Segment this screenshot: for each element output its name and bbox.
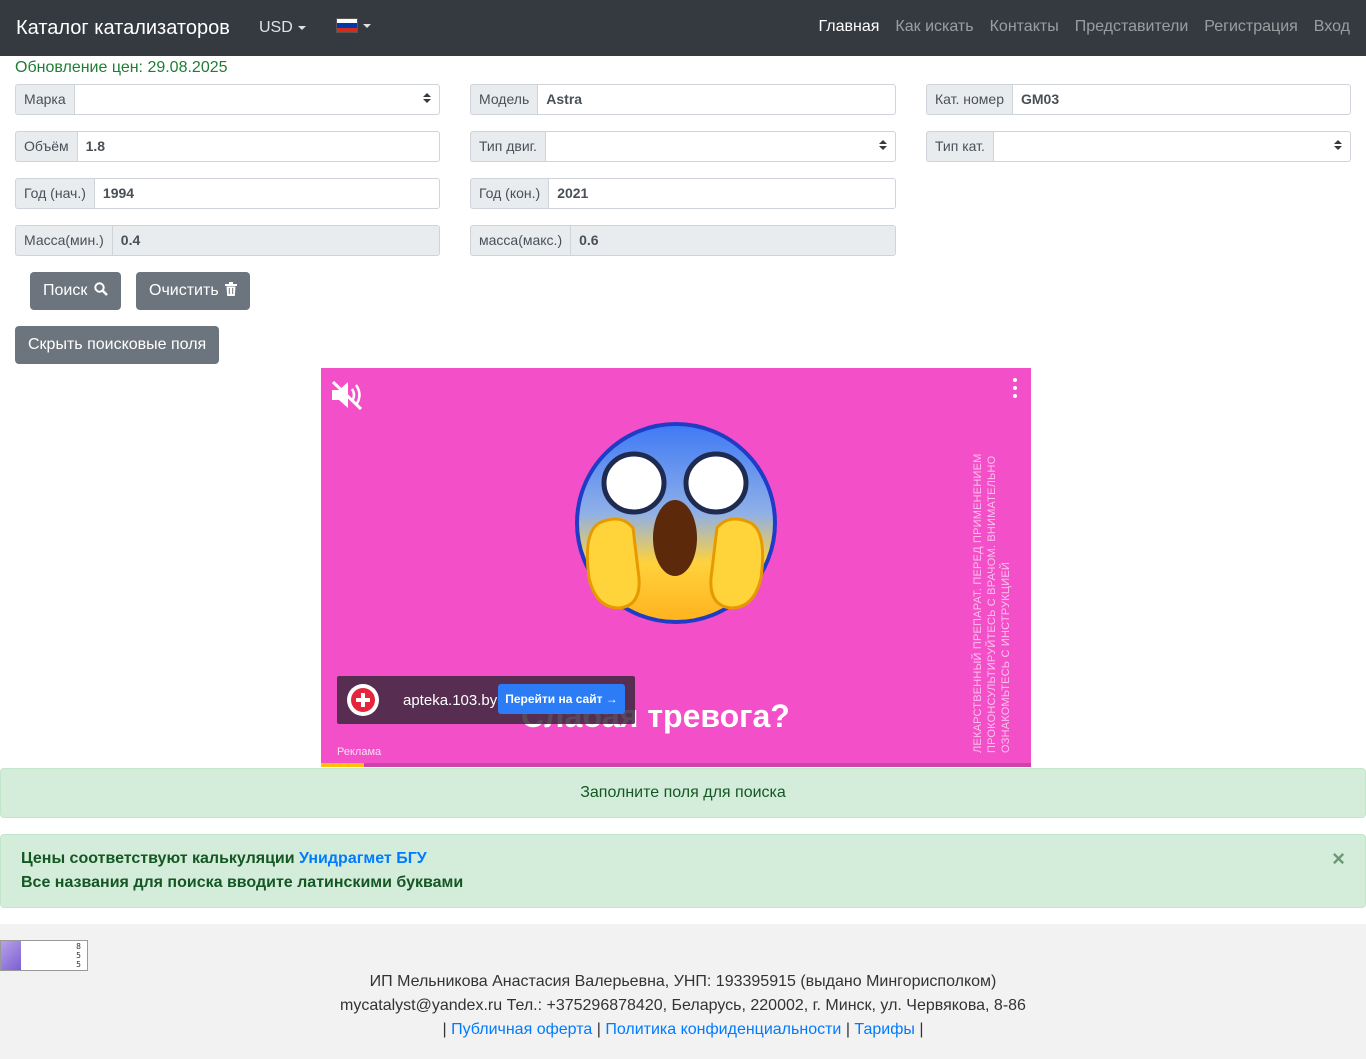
counter-value: 5 [76, 951, 81, 960]
model-input[interactable]: Astra [537, 84, 896, 115]
nav-link-register[interactable]: Регистрация [1204, 17, 1298, 37]
cat-number-label: Кат. номер [926, 84, 1012, 115]
ad-info-bar[interactable]: apteka.103.by Перейти на сайт → [337, 676, 635, 724]
clear-button[interactable]: Очистить [136, 272, 251, 310]
select-arrows-icon [1334, 140, 1342, 152]
footer-link-privacy-policy[interactable]: Политика конфиденциальности [605, 1021, 841, 1038]
counter-values: 8 5 5 [76, 942, 81, 969]
mass-min-input[interactable]: 0.4 [111, 225, 440, 256]
counter-chart-icon [1, 941, 21, 970]
hide-search-fields-button[interactable]: Скрыть поисковые поля [15, 326, 220, 364]
footer-link-tariffs[interactable]: Тарифы [854, 1021, 914, 1038]
currency-label: USD [259, 19, 293, 36]
counter-value: 8 [76, 942, 81, 951]
prices-prefix: Цены соответствуют калькуляции [21, 850, 300, 867]
ad-progress-fill [321, 763, 364, 767]
cat-type-label: Тип кат. [926, 131, 993, 162]
ad-menu-icon[interactable] [1013, 378, 1017, 402]
clear-button-label: Очистить [149, 282, 219, 299]
currency-dropdown[interactable]: USD [259, 18, 306, 38]
volume-input[interactable]: 1.8 [76, 131, 440, 162]
mass-min-input-group: Масса(мин.) 0.4 [15, 225, 440, 256]
footer-separator: | [845, 1021, 850, 1038]
search-icon [94, 282, 108, 296]
price-update-text: Обновление цен: 29.08.2025 [15, 59, 228, 76]
ad-label: Реклама [337, 746, 382, 758]
select-arrows-icon [879, 140, 887, 152]
nav-link-representatives[interactable]: Представители [1075, 17, 1189, 37]
footer: 8 5 5 ИП Мельникова Анастасия Валерьевна… [0, 924, 1366, 1059]
footer-links: | Публичная оферта | Политика конфиденци… [0, 1018, 1366, 1042]
nav-link-how-to-search[interactable]: Как искать [895, 17, 973, 37]
year-start-label: Год (нач.) [15, 178, 94, 209]
model-label: Модель [470, 84, 538, 115]
prices-note: Цены соответствуют калькуляции Унидрагме… [21, 847, 1345, 871]
navbar: Каталог катализаторов USD Главная Как ис… [0, 0, 1366, 56]
engine-type-label: Тип двиг. [470, 131, 545, 162]
year-start-input[interactable]: 1994 [93, 178, 440, 209]
unidragmet-link[interactable]: Унидрагмет БГУ [299, 850, 427, 867]
volume-label: Объём [15, 131, 77, 162]
advertisement-banner[interactable]: Лекарственный препарат. Перед применение… [321, 368, 1031, 767]
screaming-face-icon [575, 422, 777, 624]
nav-link-home[interactable]: Главная [819, 17, 880, 37]
search-button-label: Поиск [43, 282, 88, 299]
mute-icon[interactable] [329, 378, 367, 412]
mass-max-label: масса(макс.) [470, 225, 571, 256]
pharmacy-cross-icon [347, 684, 379, 716]
cat-number-input[interactable]: GM03 [1012, 84, 1351, 115]
info-alert: Цены соответствуют калькуляции Унидрагме… [0, 834, 1366, 908]
cat-type-select[interactable] [992, 131, 1351, 162]
ad-cta-button[interactable]: Перейти на сайт → [498, 684, 625, 714]
year-end-label: Год (кон.) [470, 178, 549, 209]
volume-input-group: Объём 1.8 [15, 131, 440, 162]
cat-type-select-group: Тип кат. [926, 131, 1351, 162]
footer-link-public-offer[interactable]: Публичная оферта [451, 1021, 592, 1038]
visitor-counter[interactable]: 8 5 5 [0, 940, 88, 971]
footer-separator: | [442, 1021, 447, 1038]
nav-link-login[interactable]: Вход [1314, 17, 1350, 37]
caret-down-icon [363, 23, 371, 28]
mass-min-label: Масса(мин.) [15, 225, 112, 256]
engine-type-select-group: Тип двиг. [470, 131, 896, 162]
nav-link-contacts[interactable]: Контакты [990, 17, 1059, 37]
counter-value: 5 [76, 960, 81, 969]
brand-select[interactable] [73, 84, 440, 115]
footer-company-info: ИП Мельникова Анастасия Валерьевна, УНП:… [369, 973, 997, 990]
brand-select-group: Марка [15, 84, 440, 115]
mass-max-input[interactable]: 0.6 [570, 225, 896, 256]
caret-down-icon [297, 26, 306, 30]
fill-fields-alert: Заполните поля для поиска [0, 768, 1366, 818]
footer-separator: | [596, 1021, 601, 1038]
close-icon[interactable]: × [1332, 847, 1345, 871]
ad-disclaimer: Лекарственный препарат. Перед применение… [972, 453, 1012, 754]
trash-icon [225, 282, 238, 296]
navbar-brand[interactable]: Каталог катализаторов [16, 16, 230, 40]
search-button[interactable]: Поиск [30, 272, 121, 310]
ad-progress-bar [321, 763, 1031, 767]
year-end-input-group: Год (кон.) 2021 [470, 178, 896, 209]
nav-links: Главная Как искать Контакты Представител… [803, 17, 1350, 37]
language-dropdown[interactable] [336, 18, 371, 33]
ad-domain: apteka.103.by [403, 691, 498, 709]
year-start-input-group: Год (нач.) 1994 [15, 178, 440, 209]
brand-label: Марка [15, 84, 74, 115]
mass-max-input-group: масса(макс.) 0.6 [470, 225, 896, 256]
select-arrows-icon [423, 93, 431, 105]
footer-contact-info: mycatalyst@yandex.ru Тел.: +375296878420… [340, 997, 1026, 1014]
cat-number-input-group: Кат. номер GM03 [926, 84, 1351, 115]
year-end-input[interactable]: 2021 [548, 178, 896, 209]
latin-note: Все названия для поиска вводите латински… [21, 874, 464, 891]
model-input-group: Модель Astra [470, 84, 896, 115]
footer-separator: | [919, 1021, 924, 1038]
russian-flag-icon [336, 18, 358, 33]
engine-type-select[interactable] [544, 131, 896, 162]
